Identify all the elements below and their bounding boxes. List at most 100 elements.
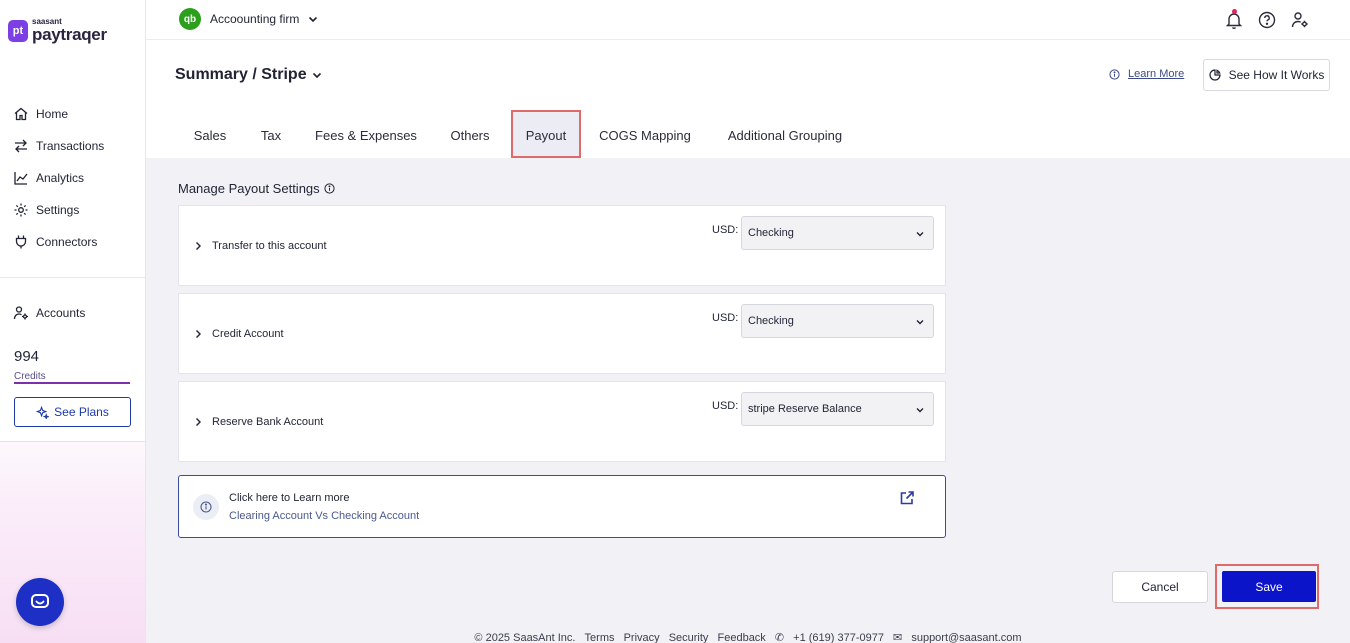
plug-icon	[15, 235, 27, 249]
expand-row-toggle[interactable]: Transfer to this account	[193, 240, 327, 252]
payout-row-transfer: Transfer to this account USD: Checking	[178, 205, 946, 286]
footer-copyright: © 2025 SaasAnt Inc.	[474, 632, 576, 643]
sidebar-item-label: Settings	[36, 203, 80, 217]
footer-phone[interactable]: +1 (619) 377-0977	[793, 632, 884, 643]
pie-chart-icon	[1209, 69, 1221, 81]
footer-link-security[interactable]: Security	[669, 632, 709, 643]
chevron-right-icon	[196, 418, 201, 426]
chevron-down-icon	[916, 232, 924, 237]
tab-sales[interactable]: Sales	[182, 110, 238, 158]
top-bar: qb Accoounting firm	[146, 0, 1350, 40]
credits-panel: 994 Credits See Plans	[0, 334, 145, 442]
save-button[interactable]: Save	[1222, 571, 1316, 602]
select-value: Checking	[748, 227, 794, 239]
tab-payout[interactable]: Payout	[511, 110, 581, 158]
brand-logo[interactable]: pt saasant paytraqer	[8, 18, 107, 43]
info-icon	[193, 494, 219, 520]
external-link-icon[interactable]	[899, 490, 915, 506]
sidebar-item-label: Analytics	[36, 171, 85, 185]
info-icon	[1109, 68, 1120, 80]
sidebar-item-label: Connectors	[36, 235, 98, 249]
save-button-highlight: Save	[1215, 564, 1319, 609]
user-settings-button[interactable]	[1288, 8, 1312, 32]
expand-row-toggle[interactable]: Reserve Bank Account	[193, 416, 323, 428]
brand-mark: pt	[8, 19, 28, 42]
cancel-button[interactable]: Cancel	[1112, 571, 1208, 603]
chevron-down-icon	[309, 16, 318, 23]
section-title: Manage Payout Settings	[178, 181, 335, 196]
see-how-it-works-button[interactable]: See How It Works	[1203, 59, 1330, 91]
see-how-it-works-label: See How It Works	[1228, 68, 1325, 82]
learn-more-card[interactable]: Click here to Learn more Clearing Accoun…	[178, 475, 946, 538]
sidebar-item-transactions[interactable]: Transactions	[0, 130, 145, 162]
footer-link-terms[interactable]: Terms	[585, 632, 615, 643]
payout-settings-panel: Manage Payout Settings Transfer to this …	[146, 158, 1350, 643]
footer-email[interactable]: support@saasant.com	[911, 632, 1021, 643]
select-value: stripe Reserve Balance	[748, 403, 862, 415]
sidebar-divider	[0, 277, 145, 278]
page-title: Summary / Stripe	[175, 66, 307, 83]
tab-tax[interactable]: Tax	[254, 110, 288, 158]
learn-more: Learn More	[1109, 68, 1184, 80]
row-label: Reserve Bank Account	[212, 416, 324, 428]
notification-dot	[1232, 9, 1237, 14]
sparkle-icon	[36, 405, 50, 419]
sidebar-item-label: Accounts	[36, 306, 86, 320]
help-button[interactable]	[1255, 8, 1279, 32]
phone-icon: ✆	[774, 632, 785, 643]
credit-account-select[interactable]: Checking	[741, 304, 934, 338]
credits-value: 994	[14, 348, 40, 365]
company-name: Accoounting firm	[210, 12, 300, 26]
sidebar-item-accounts[interactable]: Accounts	[0, 297, 145, 329]
chat-icon	[31, 594, 49, 608]
payout-row-reserve: Reserve Bank Account USD: stripe Reserve…	[178, 381, 946, 462]
tab-fees-expenses[interactable]: Fees & Expenses	[310, 110, 422, 158]
footer-link-feedback[interactable]: Feedback	[718, 632, 766, 643]
see-plans-button[interactable]: See Plans	[14, 397, 131, 427]
tab-others[interactable]: Others	[442, 110, 498, 158]
section-title-text: Manage Payout Settings	[178, 181, 320, 196]
chevron-right-icon	[196, 242, 201, 250]
transfer-account-select[interactable]: Checking	[741, 216, 934, 250]
tab-cogs-mapping[interactable]: COGS Mapping	[594, 110, 696, 158]
notifications-button[interactable]	[1222, 8, 1246, 32]
transfer-icon	[15, 139, 27, 153]
see-plans-label: See Plans	[54, 405, 109, 419]
sidebar-item-home[interactable]: Home	[0, 98, 145, 130]
reserve-account-select[interactable]: stripe Reserve Balance	[741, 392, 934, 426]
home-icon	[14, 107, 28, 121]
help-icon	[1258, 11, 1276, 29]
chat-launcher-button[interactable]	[16, 578, 64, 626]
info-icon[interactable]	[324, 183, 335, 194]
top-bar-icons	[1213, 8, 1312, 32]
quickbooks-logo: qb	[179, 8, 201, 30]
chevron-down-icon	[916, 408, 924, 413]
page-title-dropdown[interactable]: Summary / Stripe	[175, 66, 323, 84]
learn-card-title: Click here to Learn more	[229, 492, 350, 504]
tab-bar: Sales Tax Fees & Expenses Others Payout …	[146, 110, 1350, 158]
row-label: Credit Account	[212, 328, 284, 340]
chevron-down-icon	[312, 72, 321, 79]
expand-row-toggle[interactable]: Credit Account	[193, 328, 284, 340]
user-gear-icon	[1291, 12, 1308, 28]
chevron-down-icon	[916, 320, 924, 325]
currency-label: USD:	[712, 224, 739, 236]
learn-card-subtitle: Clearing Account Vs Checking Account	[229, 510, 420, 522]
sidebar-item-settings[interactable]: Settings	[0, 194, 145, 226]
sidebar-item-connectors[interactable]: Connectors	[0, 226, 145, 258]
company-switcher[interactable]: qb Accoounting firm	[179, 8, 319, 30]
footer-link-privacy[interactable]: Privacy	[624, 632, 660, 643]
tab-additional-grouping[interactable]: Additional Grouping	[718, 110, 852, 158]
credits-label: Credits	[14, 371, 46, 382]
gear-icon	[14, 203, 28, 217]
sidebar-item-analytics[interactable]: Analytics	[0, 162, 145, 194]
payout-row-credit: Credit Account USD: Checking	[178, 293, 946, 374]
user-gear-icon	[13, 306, 28, 320]
footer: © 2025 SaasAnt Inc. Terms Privacy Securi…	[146, 631, 1350, 643]
sidebar-nav: Home Transactions Analytics Settings Con…	[0, 98, 145, 258]
sidebar-item-label: Transactions	[36, 139, 105, 153]
learn-more-link[interactable]: Learn More	[1128, 68, 1184, 80]
credits-bar	[14, 382, 130, 384]
row-label: Transfer to this account	[212, 240, 327, 252]
analytics-icon	[14, 172, 28, 185]
